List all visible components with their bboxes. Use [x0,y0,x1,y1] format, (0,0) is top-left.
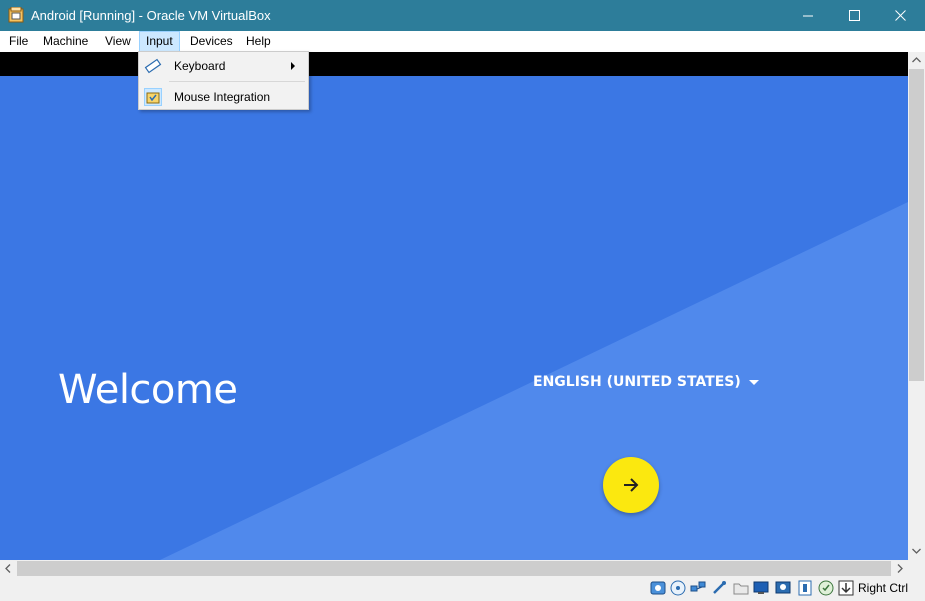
maximize-button[interactable] [831,0,877,31]
video-capture-icon[interactable] [775,580,791,596]
welcome-heading: Welcome [58,367,238,413]
menu-bar: File Machine View Input Devices Help [0,31,925,52]
language-label: ENGLISH (UNITED STATES) [533,374,741,390]
chevron-left-icon [5,564,11,573]
screen-background [0,76,908,560]
scrollbar-corner [908,560,925,577]
input-menu-dropdown: Keyboard Mouse Integration [138,51,309,110]
language-selector[interactable]: ENGLISH (UNITED STATES) [533,374,759,390]
submenu-arrow-icon [291,62,295,70]
close-icon [895,10,906,21]
display-icon[interactable] [753,580,769,596]
menu-separator [169,81,305,82]
network-icon[interactable] [690,580,706,596]
vertical-scrollbar[interactable] [908,52,925,560]
scroll-left-button[interactable] [0,560,17,577]
virtualbox-app-icon [8,6,24,23]
usb-icon[interactable] [711,580,727,596]
menu-item-keyboard-label: Keyboard [174,59,226,73]
optical-drive-icon[interactable] [670,580,686,596]
scroll-up-button[interactable] [908,52,925,69]
menu-item-mouse-integration-label: Mouse Integration [174,90,271,104]
menu-input[interactable]: Input [139,31,180,52]
chevron-down-icon [912,548,921,554]
horizontal-scrollbar[interactable] [0,560,908,577]
shared-folders-icon[interactable] [733,580,749,596]
menu-help[interactable]: Help [246,31,271,52]
vt-x-icon[interactable] [797,580,813,596]
mouse-integration-icon[interactable] [818,580,834,596]
next-button[interactable] [603,457,659,513]
close-button[interactable] [877,0,925,31]
keyboard-capture-icon[interactable] [838,580,854,596]
mouse-integration-icon [144,88,162,106]
window-title: Android [Running] - Oracle VM VirtualBox [31,8,271,23]
scroll-right-button[interactable] [891,560,908,577]
arrow-right-icon [624,478,639,492]
maximize-icon [849,10,860,21]
minimize-button-area[interactable] [785,0,831,31]
menu-view[interactable]: View [105,31,131,52]
menu-file[interactable]: File [9,31,28,52]
status-bar: Right Ctrl [0,577,925,599]
keyboard-icon [144,57,162,75]
vm-status-strip [0,52,908,76]
menu-devices[interactable]: Devices [190,31,233,52]
hard-disk-icon[interactable] [650,580,666,596]
menu-item-keyboard[interactable]: Keyboard [141,53,307,79]
chevron-right-icon [897,564,903,573]
menu-item-mouse-integration[interactable]: Mouse Integration [141,84,307,110]
chevron-up-icon [912,57,921,63]
android-welcome-screen[interactable]: Welcome ENGLISH (UNITED STATES) [0,76,908,560]
dropdown-caret-icon [748,379,759,385]
scroll-down-button[interactable] [908,543,925,560]
minimize-icon [803,15,813,17]
menu-machine[interactable]: Machine [43,31,88,52]
horizontal-scroll-thumb[interactable] [17,561,891,576]
vm-display[interactable]: Welcome ENGLISH (UNITED STATES) [0,52,908,560]
vertical-scroll-thumb[interactable] [909,69,924,381]
host-key-label: Right Ctrl [858,581,909,595]
